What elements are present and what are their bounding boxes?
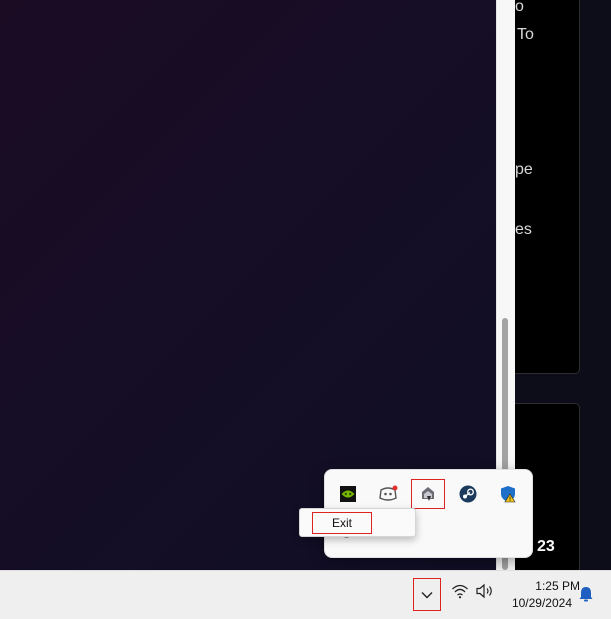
- card-text-fragment: To: [517, 26, 534, 43]
- nvidia-icon[interactable]: [331, 479, 365, 509]
- taskbar: 1:25 PM 10/29/2024: [0, 570, 611, 619]
- exit-menu-item[interactable]: Exit: [312, 512, 372, 534]
- content-card[interactable]: o To pe es: [515, 0, 580, 374]
- card-number: 23: [537, 538, 555, 555]
- clock-time[interactable]: 1:25 PM: [500, 579, 580, 593]
- clock-date[interactable]: 10/29/2024: [500, 596, 572, 610]
- wifi-icon[interactable]: [451, 583, 469, 602]
- card-text-fragment: pe: [515, 161, 533, 178]
- cloud-app-icon[interactable]: [411, 479, 445, 509]
- chevron-up-icon: [421, 591, 433, 598]
- steam-icon[interactable]: [451, 479, 485, 509]
- card-text-fragment: es: [515, 221, 532, 238]
- discord-icon[interactable]: [371, 479, 405, 509]
- speaker-icon[interactable]: [475, 583, 495, 602]
- notification-bell-icon[interactable]: [579, 586, 593, 607]
- windows-security-icon[interactable]: [491, 479, 525, 509]
- tray-icon-context-menu: Exit: [299, 508, 416, 537]
- show-hidden-icons-button[interactable]: [413, 578, 441, 611]
- card-text-fragment: o: [515, 0, 524, 15]
